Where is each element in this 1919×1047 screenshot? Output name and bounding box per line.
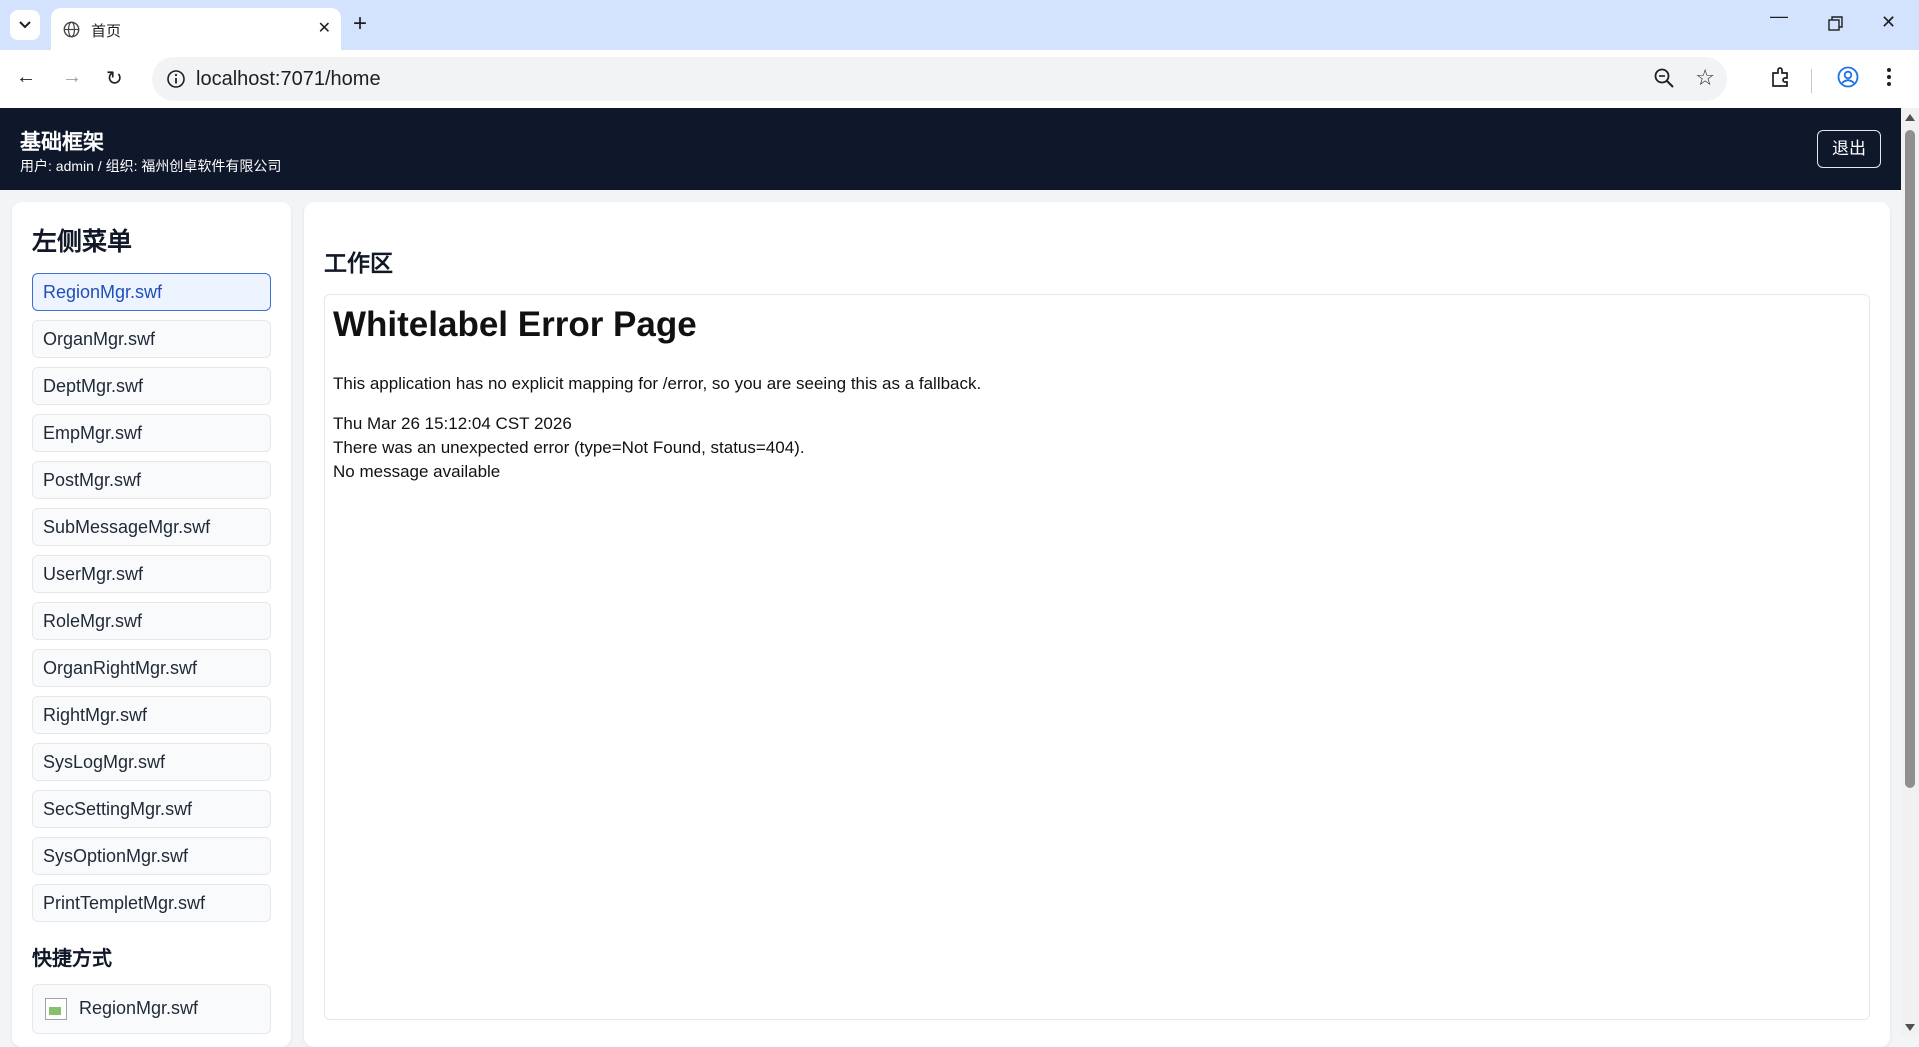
zoom-icon[interactable] — [1653, 67, 1675, 89]
toolbar-divider — [1811, 69, 1812, 93]
new-tab-button[interactable]: + — [353, 11, 367, 37]
sidebar-item-postmgr[interactable]: PostMgr.swf — [32, 461, 271, 499]
url-text[interactable]: localhost:7071/home — [196, 68, 381, 91]
chevron-down-icon — [19, 21, 31, 29]
address-bar[interactable]: localhost:7071/home ☆ — [152, 57, 1727, 101]
sidebar-item-rightmgr[interactable]: RightMgr.swf — [32, 696, 271, 734]
reload-icon[interactable]: ↻ — [106, 66, 123, 91]
bookmark-star-icon[interactable]: ☆ — [1695, 65, 1715, 91]
scroll-thumb[interactable] — [1905, 130, 1915, 788]
browser-tab-active[interactable]: 首页 ✕ — [51, 8, 341, 50]
sidebar-item-usermgr[interactable]: UserMgr.swf — [32, 555, 271, 593]
error-note: No message available — [333, 462, 501, 481]
shortcut-label: RegionMgr.swf — [79, 998, 199, 1018]
scroll-down-arrow-icon[interactable] — [1905, 1024, 1915, 1031]
error-message: This application has no explicit mapping… — [333, 374, 982, 393]
tab-close-icon[interactable]: ✕ — [318, 18, 331, 38]
site-info-icon[interactable] — [166, 69, 186, 89]
shortcut-item[interactable]: RegionMgr.swf — [32, 984, 271, 1034]
sidebar-item-organrightmgr[interactable]: OrganRightMgr.swf — [32, 649, 271, 687]
sidebar-item-submessagemgr[interactable]: SubMessageMgr.swf — [32, 508, 271, 546]
error-detail: There was an unexpected error (type=Not … — [333, 438, 805, 457]
tab-search-button[interactable] — [10, 10, 40, 40]
window-close-icon[interactable]: ✕ — [1881, 12, 1896, 33]
menu-kebab-icon[interactable] — [1886, 66, 1892, 88]
sidebar-item-empmgr[interactable]: EmpMgr.swf — [32, 414, 271, 452]
shortcut-title: 快捷方式 — [32, 948, 112, 970]
sidebar: 左侧菜单 RegionMgr.swf OrganMgr.swf DeptMgr.sw… — [12, 202, 291, 1047]
workspace-frame: Whitelabel Error Page This application h… — [324, 294, 1870, 1020]
forward-icon[interactable]: → — [62, 66, 82, 89]
sidebar-item-sysoptionmgr[interactable]: SysOptionMgr.swf — [32, 837, 271, 875]
app-title: 基础框架 — [20, 131, 104, 154]
page-scrollbar[interactable] — [1901, 108, 1919, 1035]
app-header: 基础框架 用户: admin / 组织: 福州创卓软件有限公司 退出 — [0, 108, 1901, 190]
browser-tabstrip: 首页 ✕ + — ✕ — [0, 0, 1919, 50]
tab-title: 首页 — [91, 23, 122, 40]
error-title: Whitelabel Error Page — [333, 305, 697, 344]
restore-icon[interactable] — [1828, 16, 1844, 32]
logout-button[interactable]: 退出 — [1817, 130, 1881, 168]
extensions-icon[interactable] — [1770, 66, 1792, 88]
scroll-up-arrow-icon[interactable] — [1905, 114, 1915, 121]
workspace-title: 工作区 — [324, 250, 393, 276]
profile-icon[interactable] — [1837, 66, 1859, 88]
sidebar-menu: RegionMgr.swf OrganMgr.swf DeptMgr.swf EmpM… — [32, 273, 271, 931]
sidebar-item-organmgr[interactable]: OrganMgr.swf — [32, 320, 271, 358]
sidebar-item-rolemgr[interactable]: RoleMgr.swf — [32, 602, 271, 640]
sidebar-item-deptmgr[interactable]: DeptMgr.swf — [32, 367, 271, 405]
sidebar-item-secsettingmgr[interactable]: SecSettingMgr.swf — [32, 790, 271, 828]
error-timestamp: Thu Mar 26 15:12:04 CST 2026 — [333, 414, 572, 433]
browser-toolbar: ← → ↻ localhost:7071/home ☆ — [0, 50, 1919, 108]
user-info: 用户: admin / 组织: 福州创卓软件有限公司 — [20, 158, 282, 174]
back-icon[interactable]: ← — [16, 66, 36, 89]
minimize-icon[interactable]: — — [1770, 6, 1788, 27]
sidebar-item-syslogmgr[interactable]: SysLogMgr.swf — [32, 743, 271, 781]
sidebar-title: 左侧菜单 — [32, 228, 133, 256]
globe-icon — [63, 21, 80, 38]
broken-image-icon — [45, 998, 67, 1020]
sidebar-item-regionmgr[interactable]: RegionMgr.swf — [32, 273, 271, 311]
sidebar-item-printtempletmgr[interactable]: PrintTempletMgr.swf — [32, 884, 271, 922]
workspace-panel: 工作区 Whitelabel Error Page This applicati… — [304, 202, 1890, 1047]
